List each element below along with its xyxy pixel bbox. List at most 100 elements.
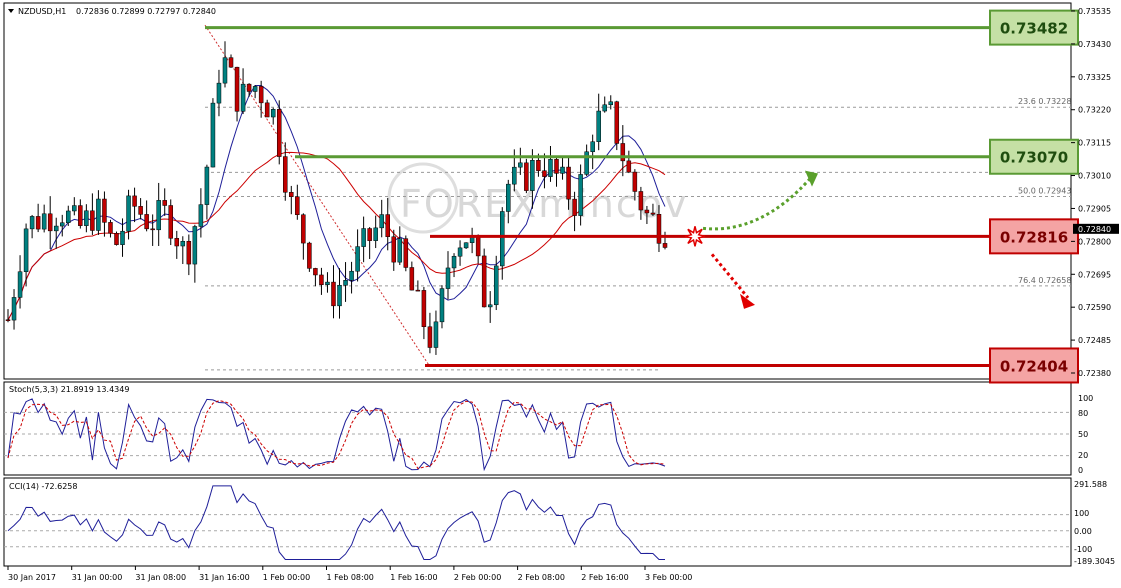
price-tick-label: 0.73115 [1078,139,1111,148]
candle-body [632,171,638,192]
candle-body [53,225,59,232]
price-tick-label: 0.73535 [1078,7,1111,16]
candle-body [264,102,270,118]
candle-body [475,236,481,257]
candle-body [258,86,264,104]
candle-body [102,198,107,223]
candle-body [301,214,306,244]
price-tick-label: 0.73010 [1078,172,1111,181]
stoch-tick-label: 100 [1078,394,1093,403]
time-tick-label: 3 Feb 00:00 [645,573,692,582]
price-tick-label: 0.72380 [1078,369,1111,378]
price-tick-label: 0.73220 [1078,106,1111,115]
candle-body [150,228,155,231]
candle-body [343,280,348,286]
candle-body [168,205,173,239]
candle-body [29,216,35,230]
price-tick-label: 0.72485 [1078,336,1111,345]
candle-body [180,241,186,247]
candle-body [114,233,119,245]
candle-body [84,210,89,226]
candle-body [373,227,378,241]
time-tick-label: 2 Feb 16:00 [581,573,628,582]
candle-body [536,160,541,171]
cci-tick-label: -100 [1074,545,1092,554]
candle-body [5,319,11,321]
candle-body [487,304,493,308]
price-tick-label: 0.73430 [1078,40,1111,49]
candle-body [132,195,137,207]
candle-body [289,192,294,197]
candle-body [234,66,240,112]
stoch-tick-label: 0 [1078,466,1083,475]
candle-body [385,214,390,237]
candle-body [656,214,662,244]
cci-label: CCI(14) -72.6258 [9,482,77,491]
candle-body [572,198,577,216]
stoch-label: Stoch(5,3,3) 21.8919 13.4349 [9,385,129,394]
candle-body [78,205,83,226]
time-tick-label: 30 Jan 2017 [8,573,56,582]
candle-body [506,183,511,212]
candle-body [156,200,161,231]
candle-body [126,195,131,232]
candle-body [361,228,366,247]
chart-ohlc: 0.72836 0.72899 0.72797 0.72840 [76,7,216,16]
candle-body [644,209,650,214]
fib-label: 23.6 0.73228 [1018,97,1071,106]
candle-body [337,284,342,307]
stoch-tick-label: 50 [1078,430,1088,439]
candle-body [96,198,101,231]
candle-body [144,214,149,230]
candle-body [584,151,589,175]
current-price-label: 0.72840 [1078,225,1111,234]
candle-body [283,156,288,193]
burst-icon [684,226,706,247]
candle-body [650,212,656,215]
candle-body [313,268,318,276]
candle-body [596,110,601,142]
time-tick-label: 1 Feb 16:00 [390,573,437,582]
candle-body [415,289,421,292]
candle-body [638,191,644,211]
candle-body [307,242,312,269]
candle-body [17,271,23,298]
cci-tick-label: 100 [1074,509,1089,518]
candle-body [295,196,300,215]
time-tick-label: 31 Jan 16:00 [199,573,250,582]
candle-body [614,101,620,144]
price-chart[interactable]: FOREXmincov 23.6 0.73228 50.0 0.72943 76.4… [0,0,1121,588]
price-tick-label: 0.72905 [1078,204,1111,213]
chart-window: FOREXmincov 23.6 0.73228 50.0 0.72943 76.4… [0,0,1121,588]
candle-body [566,166,571,200]
candle-body [186,241,192,265]
candle-body [367,228,372,241]
time-tick-label: 1 Feb 00:00 [263,573,310,582]
candle-body [59,222,65,227]
candle-body [620,143,626,162]
watermark-text: FOREXmincov [400,182,689,226]
candle-body [409,267,415,291]
candle-body [421,290,427,327]
candle-body [355,246,360,272]
candle-body [276,109,282,157]
candle-body [23,228,29,272]
candle-body [439,288,445,323]
candle-body [120,230,125,245]
time-tick-label: 2 Feb 00:00 [454,573,501,582]
candle-body [204,166,210,205]
level-label: 0.73070 [1000,149,1068,167]
candle-body [463,242,469,249]
candle-body [602,104,607,112]
candle-body [493,265,499,306]
candle-body [433,321,439,348]
price-tick-label: 0.72695 [1078,270,1111,279]
time-tick-label: 31 Jan 00:00 [72,573,123,582]
candle-body [108,222,113,234]
candle-body [198,204,204,227]
price-tick-label: 0.72800 [1078,237,1111,246]
candle-body [246,83,252,92]
fib-label: 50.0 0.72943 [1018,187,1071,196]
candle-body [397,238,403,263]
cci-tick-label: 291.588 [1074,480,1107,489]
